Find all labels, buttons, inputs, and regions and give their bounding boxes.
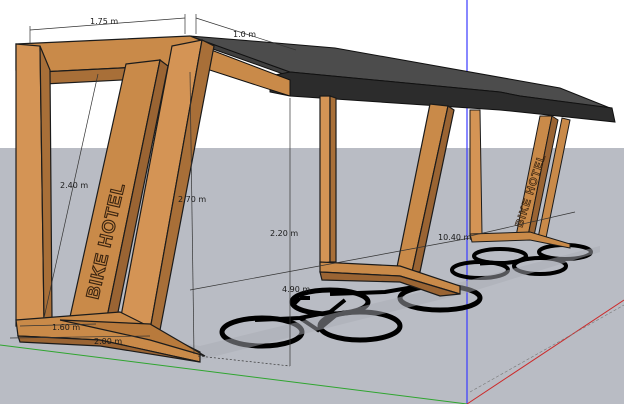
model-viewport[interactable]: BIKE HOTEL BIKE HOTEL 1.75 m 1.0 m 2.40 … xyxy=(0,0,624,404)
dim-post-height: 2.70 m xyxy=(178,195,206,204)
dim-base-width: 2.00 m xyxy=(94,337,122,346)
dim-roof-depth: 1.0 m xyxy=(233,30,256,39)
dim-bay-length: 4.90 m xyxy=(282,285,310,294)
3d-scene[interactable]: BIKE HOTEL BIKE HOTEL 1.75 m 1.0 m 2.40 … xyxy=(0,0,624,404)
dim-base-depth: 1.60 m xyxy=(52,323,80,332)
dim-sign-height: 2.40 m xyxy=(60,181,88,190)
dim-frame-width: 1.75 m xyxy=(90,17,118,26)
dim-total-length: 10.40 m xyxy=(438,233,471,242)
dim-clearance-height: 2.20 m xyxy=(270,229,298,238)
